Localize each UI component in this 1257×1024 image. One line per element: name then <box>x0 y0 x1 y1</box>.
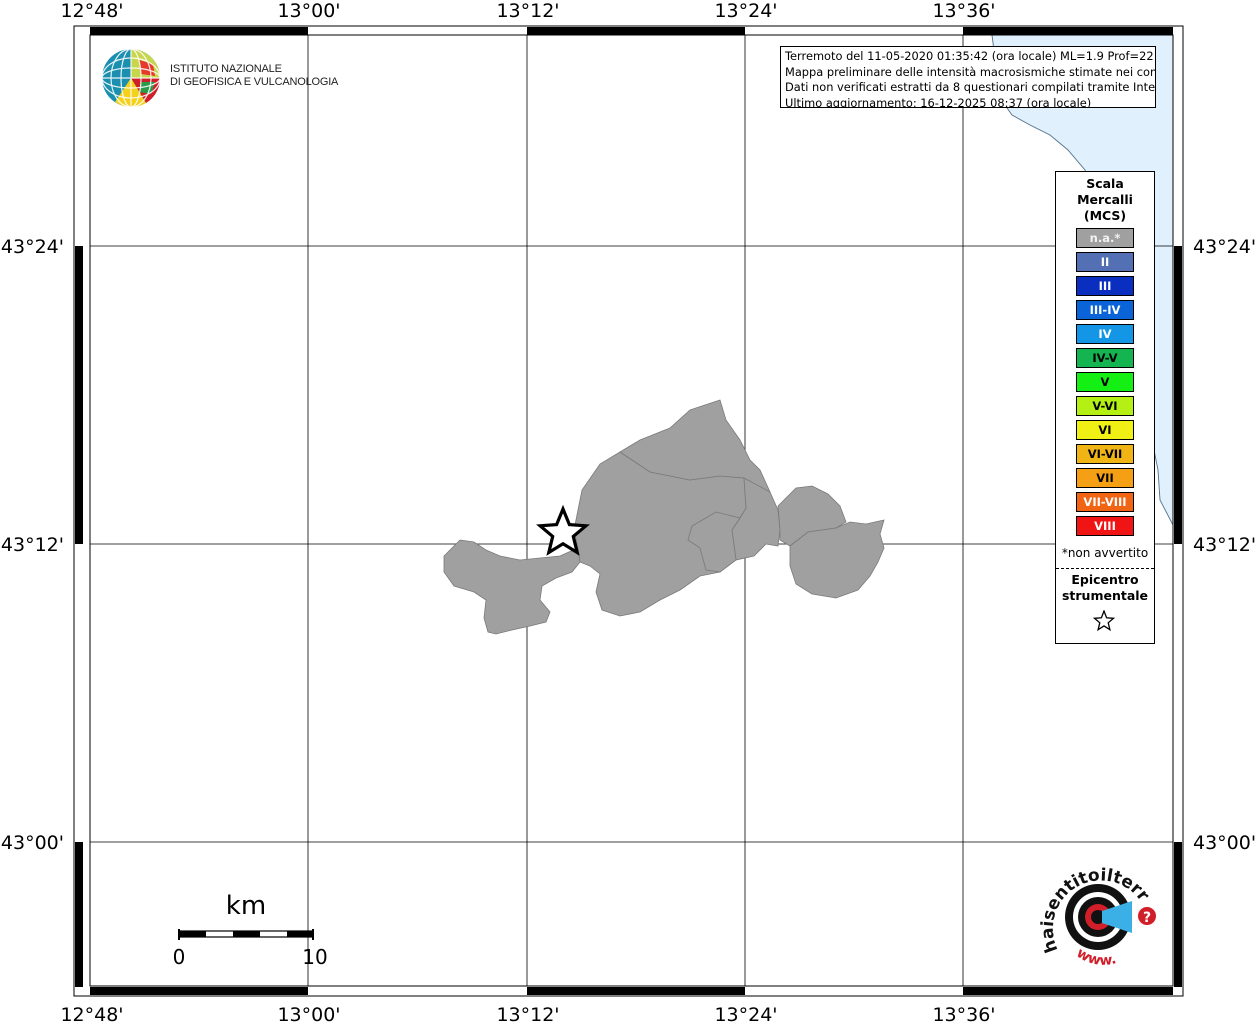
lat-label-right-1: 43°12' <box>1193 534 1256 556</box>
legend-item-iv-v: IV-V <box>1076 348 1134 368</box>
legend-star-icon <box>1092 610 1116 632</box>
lon-label-top-4: 13°36' <box>932 0 995 22</box>
lon-label-top-3: 13°24' <box>714 0 777 22</box>
legend-item-n-a: n.a.* <box>1076 228 1134 248</box>
top-bar-2 <box>527 27 745 35</box>
legend-item-vi-vii: VI-VII <box>1076 444 1134 464</box>
legend-separator <box>1056 568 1154 569</box>
left-bar-1 <box>75 246 83 544</box>
ingv-name: ISTITUTO NAZIONALE DI GEOFISICA E VULCAN… <box>170 63 338 89</box>
haisentito-logo-icon: haisentitoilterremoto.it www. ? <box>1027 840 1156 969</box>
legend-item-v-vi: V-VI <box>1076 396 1134 416</box>
info-line-4: Ultimo aggiornamento: 16-12-2025 08:37 (… <box>785 95 1092 108</box>
legend-epicenter-line1: Epicentro <box>1071 572 1139 587</box>
haisentito-question-icon: ? <box>1143 910 1151 926</box>
legend-item-iii-iv: III-IV <box>1076 300 1134 320</box>
legend-item-ii: II <box>1076 252 1134 272</box>
legend-item-v: V <box>1076 372 1134 392</box>
legend-epicenter-label: Epicentro strumentale <box>1056 572 1154 604</box>
info-line-2: Mappa preliminare delle intensità macros… <box>785 64 1156 79</box>
ingv-name-line2: DI GEOFISICA E VULCANOLOGIA <box>170 76 339 88</box>
lat-label-left-1: 43°12' <box>1 534 64 556</box>
bottom-bar-1 <box>90 987 308 995</box>
bottom-bar-2 <box>527 987 745 995</box>
lon-label-top-2: 13°12' <box>496 0 559 22</box>
legend-item-vi: VI <box>1076 420 1134 440</box>
lat-label-right-0: 43°24' <box>1193 236 1256 258</box>
legend-note: *non avvertito <box>1061 546 1149 560</box>
haisentito-logo[interactable]: haisentitoilterremoto.it www. ? <box>1027 840 1166 984</box>
lat-labels-right: 43°24' 43°12' 43°00' <box>1193 236 1256 854</box>
lat-label-right-2: 43°00' <box>1193 832 1256 854</box>
legend-item-iii: III <box>1076 276 1134 296</box>
legend-item-viii: VIII <box>1076 516 1134 536</box>
lon-labels-bottom: 12°48' 13°00' 13°12' 13°24' 13°36' <box>60 1004 995 1024</box>
scale-bar: km 0 10 <box>170 885 340 979</box>
ingv-logo <box>101 48 161 112</box>
lon-label-top-0: 12°48' <box>60 0 123 22</box>
lon-label-bottom-0: 12°48' <box>60 1004 123 1024</box>
ingv-globe-icon <box>101 48 161 108</box>
legend-epicenter-line2: strumentale <box>1061 588 1149 603</box>
right-bar-1 <box>1174 246 1182 544</box>
ingv-name-line1: ISTITUTO NAZIONALE <box>170 63 282 75</box>
scale-ticks <box>178 929 314 940</box>
mcs-legend: Scala Mercalli (MCS) n.a.* II III III-IV IV I… <box>1055 171 1155 644</box>
legend-item-iv: IV <box>1076 324 1134 344</box>
scale-bar-graphic: km 0 10 <box>173 891 328 969</box>
legend-title-line2: Mercalli <box>1077 192 1133 207</box>
info-line-3: Dati non verificati estratti da 8 questi… <box>785 80 1156 95</box>
lon-labels-top: 12°48' 13°00' 13°12' 13°24' 13°36' <box>60 0 995 22</box>
scale-start: 0 <box>173 945 186 969</box>
left-bar-2 <box>75 842 83 987</box>
info-line-1: Terremoto del 11-05-2020 01:35:42 (ora l… <box>785 49 1156 63</box>
right-bar-2 <box>1174 842 1182 987</box>
lon-label-top-1: 13°00' <box>277 0 340 22</box>
legend-title-line3: (MCS) <box>1083 208 1127 223</box>
lon-label-bottom-4: 13°36' <box>932 1004 995 1024</box>
lon-label-bottom-2: 13°12' <box>496 1004 559 1024</box>
lon-label-bottom-1: 13°00' <box>277 1004 340 1024</box>
scale-end: 10 <box>302 945 327 969</box>
top-bar-3 <box>963 27 1173 35</box>
scale-unit: km <box>226 891 266 921</box>
event-info-box: Terremoto del 11-05-2020 01:35:42 (ora l… <box>780 46 1156 108</box>
lat-label-left-2: 43°00' <box>1 832 64 854</box>
bottom-bar-3 <box>963 987 1173 995</box>
lon-label-bottom-3: 13°24' <box>714 1004 777 1024</box>
lat-label-left-0: 43°24' <box>1 236 64 258</box>
lat-labels-left: 43°24' 43°12' 43°00' <box>1 236 64 854</box>
legend-title-line1: Scala <box>1086 176 1124 191</box>
legend-item-vii-viii: VII-VIII <box>1076 492 1134 512</box>
legend-item-vii: VII <box>1076 468 1134 488</box>
top-bar-1 <box>90 27 308 35</box>
legend-title: Scala Mercalli (MCS) <box>1056 176 1154 224</box>
